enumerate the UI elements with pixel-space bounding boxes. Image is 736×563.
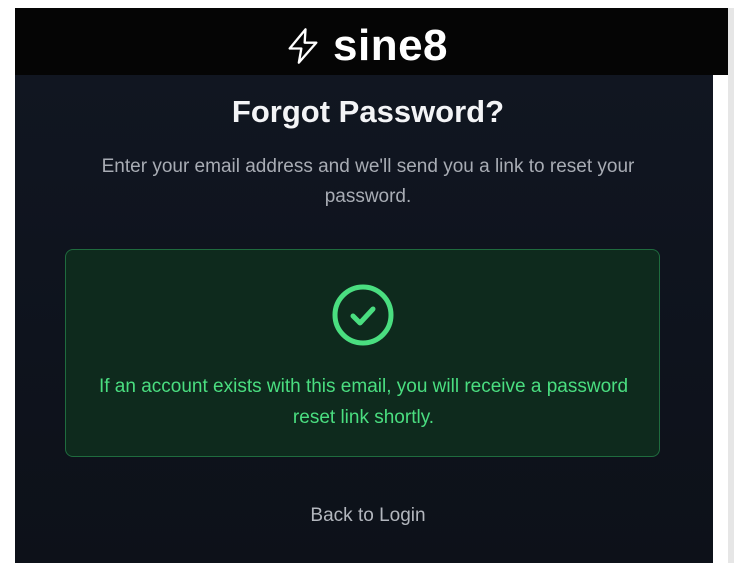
lightning-bolt-icon [288,28,318,64]
window-edge [728,8,734,563]
success-message: If an account exists with this email, yo… [98,376,629,428]
app-frame: sine8 Forgot Password? Enter your email … [0,0,736,563]
page-subtitle: Enter your email address and we'll send … [101,156,635,207]
page-title: Forgot Password? [231,94,505,129]
check-circle-icon [332,284,394,346]
brand-logo: sine8 [283,18,448,74]
back-to-login-link[interactable]: Back to Login [0,505,736,527]
success-alert: If an account exists with this email, yo… [65,249,660,457]
brand-name: sine8 [333,21,449,70]
